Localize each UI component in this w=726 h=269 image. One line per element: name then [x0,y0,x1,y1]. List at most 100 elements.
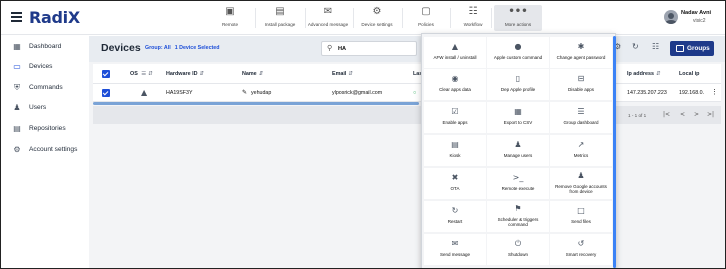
toolbar-install-package-button[interactable]: ▤ Install package [256,5,304,31]
menu-item-enable-apps[interactable]: ☑ Enable apps [424,102,486,133]
sidebar-item-repositories[interactable]: ▤ Repositories [1,120,89,140]
menu-item-manage-users[interactable]: ♟ Manage users [487,135,549,166]
monitor-icon: ▣ [225,6,235,17]
restart-icon: ↻ [451,206,459,215]
groups-button[interactable]: Groups [670,41,714,56]
menu-item-change-agent-password[interactable]: ✱ Change agent password [550,37,612,68]
columns-icon[interactable]: ☷ [652,42,659,51]
remove-user-icon: ♟ [577,171,585,180]
package-icon: ▤ [275,6,285,17]
table-icon: ▦ [514,107,522,116]
sidebar-item-account-settings[interactable]: ⚙ Account settings [1,141,89,161]
sort-icon: ⇵ [655,71,661,77]
toolbar-advanced-message-button[interactable]: ✉ Advanced message [304,5,352,31]
sidebar: ▦ Dashboard ▭ Devices ⛨ Commands ♟ Users… [1,36,89,268]
cell-local-ip: 192.168.0. [679,90,705,96]
menu-item-metrics[interactable]: ↗ Metrics [550,135,612,166]
menu-item-kiosk[interactable]: ▤ Kiosk [424,135,486,166]
file-icon: □ [577,206,585,215]
menu-item-clear-apps-data[interactable]: ◉ Clear apps data [424,69,486,100]
menu-item-scheduler-triggers[interactable]: ⚑ Scheduler & triggers command [487,201,549,232]
menu-item-dep-apple-profile[interactable]: ▯ Dep Apple profile [487,69,549,100]
repository-icon: ▤ [13,124,21,133]
sidebar-item-dashboard[interactable]: ▦ Dashboard [1,38,89,58]
workflow-icon: ☷ [468,6,478,17]
menu-item-shutdown[interactable]: ⏻ Shutdown [487,234,549,265]
cell-name: yehudap [251,90,272,96]
power-icon: ⏻ [514,239,522,248]
menu-scrollbar[interactable] [613,36,616,268]
refresh-icon[interactable]: ↻ [632,42,639,51]
toolbar-device-settings-button[interactable]: ⚙ Device settings [353,5,401,31]
search-icon: ⚲ [327,44,333,52]
page-title: Devices [101,42,141,54]
column-name[interactable]: Name ⇵ [242,71,263,77]
shield-icon: ⛨ [14,83,20,92]
horizontal-scrollbar[interactable] [93,102,419,105]
status-icon: ○ [413,90,417,96]
pagination-bar: 1 - 1 of 1 |< < > >| [93,106,721,124]
dashboard-icon: ▦ [13,42,21,51]
first-page-icon[interactable]: |< [663,111,670,118]
more-actions-menu: ▲ AFW install / uninstall ● Apple custom c… [421,33,616,268]
group-label[interactable]: Group: All [145,45,171,51]
menu-item-export-to-csv[interactable]: ▦ Export to CSV [487,102,549,133]
main-content: Devices Group: All 1 Device Selected ⚲ HA… [89,36,725,268]
users-icon: ♟ [13,103,21,112]
sort-icon: ⇵ [258,71,264,77]
menu-item-apple-custom-command[interactable]: ● Apple custom command [487,37,549,68]
prev-page-icon[interactable]: < [680,111,685,118]
column-ip-address[interactable]: Ip address ⇵ [627,71,661,77]
cell-email: ylposrick@gmail.com [332,90,383,96]
toolbar-policies-button[interactable]: ▢ Policies [402,5,450,31]
cell-hardware-id: HA19SF3Y [166,90,193,96]
toolbar-more-actions-button[interactable]: ••• More actions [494,5,542,31]
sidebar-item-users[interactable]: ♟ Users [1,99,89,119]
devices-icon: ▭ [13,62,21,71]
search-input[interactable]: ⚲ HA [321,41,417,56]
menu-item-ota[interactable]: ✖ OTA [424,168,486,199]
row-checkbox[interactable] [102,89,110,97]
next-page-icon[interactable]: > [694,111,699,118]
menu-item-restart[interactable]: ↻ Restart [424,201,486,232]
sidebar-item-devices[interactable]: ▭ Devices [1,58,89,78]
app-window: RadiX ▣ Remote ▤ Install package ✉ Advan… [0,0,726,269]
edit-icon[interactable]: ✎ [242,89,247,96]
disable-icon: ⊟ [577,74,585,83]
recovery-icon: ↺ [577,239,585,248]
apple-icon: ● [514,42,522,51]
column-email[interactable]: Email ⇵ [332,71,353,77]
toolbar-remote-button[interactable]: ▣ Remote [206,5,254,31]
terminal-icon: >_ [512,173,524,182]
menu-item-disable-apps[interactable]: ⊟ Disable apps [550,69,612,100]
hamburger-menu-icon[interactable] [11,12,22,22]
select-all-checkbox[interactable] [102,70,110,78]
column-hardware-id[interactable]: Hardware ID ⇵ [166,71,204,77]
menu-item-afw-install[interactable]: ▲ AFW install / uninstall [424,37,486,68]
menu-item-smart-recovery[interactable]: ↺ Smart recovery [550,234,612,265]
row-menu-icon[interactable]: ⋮ [711,88,718,96]
menu-item-send-files[interactable]: □ Send files [550,201,612,232]
ota-icon: ✖ [451,173,459,182]
menu-item-remove-google-accounts[interactable]: ♟ Remove Google accounts from device [550,168,612,199]
clear-data-icon: ◉ [451,74,459,83]
selected-count: 1 Device Selected [174,45,220,51]
android-icon: ▲ [141,88,148,97]
table-row[interactable]: ▲ HA19SF3Y ✎ yehudap ylposrick@gmail.com… [93,84,721,102]
column-os[interactable]: OS ☰ ⇵ [130,71,153,77]
gear-icon: ⚙ [13,145,21,154]
group-info: Group: All 1 Device Selected [145,45,219,51]
sidebar-item-commands[interactable]: ⛨ Commands [1,79,89,99]
more-dots-icon: ••• [508,6,528,17]
enable-icon: ☑ [451,107,459,116]
menu-item-send-message[interactable]: ✉ Send message [424,234,486,265]
toolbar-workflow-button[interactable]: ☷ Workflow [449,5,497,31]
search-value: HA [338,46,347,52]
column-local-ip[interactable]: Local ip [679,71,699,77]
last-page-icon[interactable]: >| [707,111,714,118]
message-icon: ✉ [451,239,459,248]
menu-item-remote-execute[interactable]: >_ Remote execute [487,168,549,199]
avatar[interactable] [664,10,678,24]
sort-icon: ⇵ [199,71,204,77]
menu-item-group-dashboard[interactable]: ☰ Group dashboard [550,102,612,133]
